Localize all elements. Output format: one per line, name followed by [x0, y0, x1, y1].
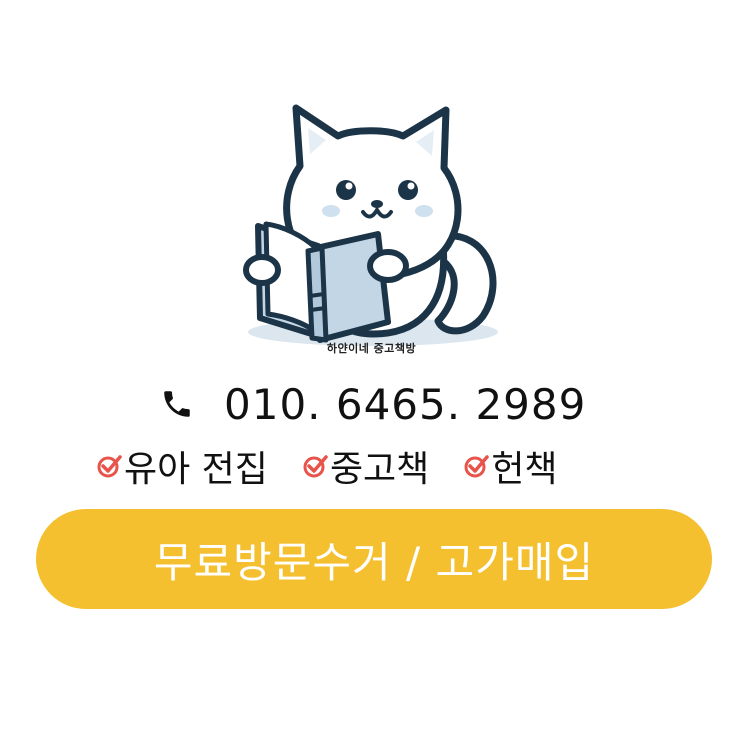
- shop-name: 하얀이네 중고책방: [326, 342, 417, 355]
- tag-label: 중고책: [329, 449, 430, 490]
- cta-label: 무료방문수거 / 고가매입: [153, 537, 595, 587]
- phone-icon: [160, 387, 194, 421]
- check-circle-icon: [302, 453, 328, 479]
- phone-row[interactable]: 010. 6465. 2989: [160, 376, 586, 432]
- cta-button[interactable]: 무료방문수거 / 고가매입: [36, 509, 712, 609]
- check-circle-icon: [463, 453, 490, 479]
- phone-number: 010. 6465. 2989: [224, 379, 587, 429]
- tag-item-used-books: 중고책: [302, 440, 429, 492]
- tag-label: 헌책: [491, 449, 558, 490]
- tag-item-kids-sets: 유아 전집: [96, 440, 268, 492]
- cat-reading-book-icon: [238, 96, 508, 356]
- tag-list: 유아 전집 중고책 헌책: [96, 438, 558, 494]
- tag-label: 유아 전집: [124, 449, 268, 490]
- check-circle-icon: [96, 453, 122, 479]
- tag-item-old-books: 헌책: [463, 440, 558, 492]
